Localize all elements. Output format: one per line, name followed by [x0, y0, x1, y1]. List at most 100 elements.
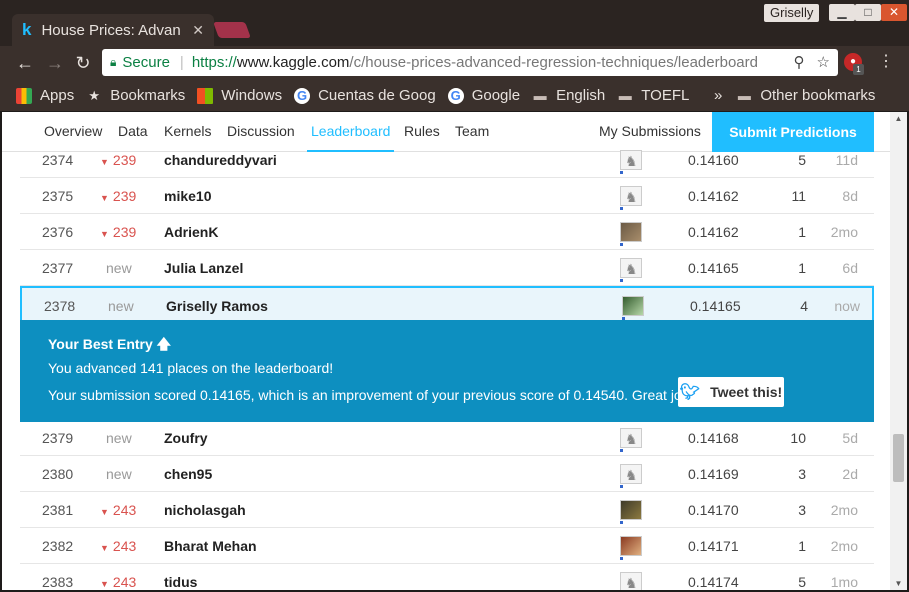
avatar[interactable]	[620, 536, 642, 560]
minimize-button[interactable]: ▁	[829, 4, 855, 21]
tier-dot	[620, 485, 623, 488]
scroll-down-icon[interactable]: ▼	[893, 579, 904, 588]
windows-logo-icon	[197, 87, 214, 104]
bookmarks-overflow-chevron-icon[interactable]: »	[714, 87, 722, 104]
tab-close-icon[interactable]: ✕	[192, 22, 204, 39]
table-row[interactable]: 2381 ▼ 243 nicholasgah 0.14170 3 2mo	[20, 492, 874, 528]
last-submission-cell: 2d	[842, 466, 858, 482]
table-row[interactable]: 2374 ▼ 239 chandureddyvari ♞ 0.14160 5 11d	[20, 142, 874, 178]
page-scrollbar[interactable]: ▲ ▼	[890, 112, 907, 590]
tweet-this-button[interactable]: 🐦︎ Tweet this!	[678, 377, 784, 407]
browser-menu-icon[interactable]: ⋮	[878, 52, 894, 72]
avatar[interactable]: ♞	[620, 186, 642, 210]
avatar[interactable]	[622, 296, 644, 320]
address-bar[interactable]: 🔒︎ Secure | https://www.kaggle.com/c/hou…	[102, 49, 838, 76]
rank-change-value: 239	[112, 188, 137, 204]
last-submission-cell: 2mo	[830, 224, 858, 240]
bookmark-english[interactable]: ▬ English	[532, 87, 606, 104]
team-name-link[interactable]: tidus	[164, 564, 197, 590]
rank-down-icon: ▼	[100, 229, 109, 239]
team-name-link[interactable]: AdrienK	[164, 214, 218, 250]
last-submission-cell: 5d	[842, 430, 858, 446]
bookmark-google[interactable]: G Google	[447, 87, 520, 104]
team-name-link[interactable]: nicholasgah	[164, 492, 246, 528]
table-row[interactable]: 2377 new Julia Lanzel ♞ 0.14165 1 6d	[20, 250, 874, 286]
bookmark-toefl[interactable]: ▬ TOEFL	[617, 87, 690, 104]
table-row[interactable]: 2376 ▼ 239 AdrienK 0.14162 1 2mo	[20, 214, 874, 250]
avatar[interactable]	[620, 222, 642, 246]
rank-change-value: 239	[112, 224, 137, 240]
team-name-link[interactable]: chen95	[164, 456, 212, 492]
new-tab-button[interactable]	[213, 22, 251, 38]
table-row[interactable]: 2380 new chen95 ♞ 0.14169 3 2d	[20, 456, 874, 492]
score-cell: 0.14162	[688, 224, 739, 240]
table-row[interactable]: 2375 ▼ 239 mike10 ♞ 0.14162 11 8d	[20, 178, 874, 214]
rank-down-icon: ▼	[100, 543, 109, 553]
rank-down-icon: ▼	[100, 157, 109, 167]
team-name-link[interactable]: Bharat Mehan	[164, 528, 257, 564]
profile-name[interactable]: Griselly	[764, 4, 820, 22]
bookmark-label: Bookmarks	[110, 87, 186, 104]
rank-change-cell: new	[106, 456, 166, 492]
bookmark-label: TOEFL	[641, 87, 690, 104]
avatar[interactable]: ♞	[620, 258, 642, 282]
table-row[interactable]: 2379 new Zoufry ♞ 0.14168 10 5d	[20, 420, 874, 456]
best-entry-banner: Your Best Entry 🡅︎ You advanced 141 plac…	[20, 320, 874, 422]
table-row[interactable]: 2383 ▼ 243 tidus ♞ 0.14174 5 1mo	[20, 564, 874, 590]
team-name-link[interactable]: Zoufry	[164, 420, 208, 456]
tier-dot	[620, 243, 623, 246]
rank-change-cell: ▼ 243	[100, 492, 160, 528]
rank-down-icon: ▼	[100, 193, 109, 203]
team-name-link[interactable]: chandureddyvari	[164, 142, 277, 178]
team-name-link[interactable]: Julia Lanzel	[164, 250, 243, 286]
forward-arrow-icon[interactable]: →	[44, 52, 66, 74]
rank-change-cell: ▼ 239	[100, 214, 160, 250]
team-name-link[interactable]: Griselly Ramos	[166, 288, 268, 324]
zoom-search-icon[interactable]: ⚲	[794, 53, 805, 71]
avatar[interactable]: ♞	[620, 572, 642, 590]
scrollbar-thumb[interactable]	[893, 434, 904, 482]
bookmark-star-icon[interactable]: ☆	[817, 53, 830, 71]
rank-change-cell: ▼ 243	[100, 564, 160, 590]
score-cell: 0.14162	[688, 188, 739, 204]
browser-tab[interactable]: k House Prices: Advan ✕	[12, 14, 214, 46]
entries-cell: 3	[798, 502, 806, 518]
entries-cell: 1	[798, 538, 806, 554]
other-bookmarks[interactable]: ▬ Other bookmarks	[736, 87, 876, 104]
bookmarks-bar: Apps ★ Bookmarks Windows G Cuentas de Goog…	[0, 80, 909, 111]
rank-down-icon: ▼	[100, 507, 109, 517]
scroll-up-icon[interactable]: ▲	[893, 114, 904, 123]
score-cell: 0.14165	[688, 260, 739, 276]
rank-change-value: new	[106, 260, 132, 276]
rank-cell: 2376	[42, 224, 74, 240]
avatar[interactable]: ♞	[620, 150, 642, 174]
rank-change-value: 243	[112, 502, 137, 518]
rank-cell: 2378	[44, 298, 76, 314]
table-row[interactable]: 2382 ▼ 243 Bharat Mehan 0.14171 1 2mo	[20, 528, 874, 564]
avatar[interactable]: ♞	[620, 428, 642, 452]
avatar[interactable]	[620, 500, 642, 524]
close-window-button[interactable]: ✕	[881, 4, 907, 21]
rank-change-value: new	[106, 430, 132, 446]
rank-change-value: new	[106, 466, 132, 482]
back-arrow-icon[interactable]: ←	[14, 52, 36, 74]
avatar[interactable]: ♞	[620, 464, 642, 488]
my-leaderboard-row[interactable]: 2378 new Griselly Ramos 0.14165 4 now	[20, 286, 874, 322]
bookmark-apps[interactable]: Apps	[16, 87, 74, 104]
bookmark-windows[interactable]: Windows	[197, 87, 282, 104]
folder-icon: ▬	[618, 87, 632, 103]
up-arrow-icon: 🡅︎	[156, 336, 172, 352]
default-avatar-icon: ♞	[625, 575, 638, 590]
apps-grid-icon	[16, 87, 32, 104]
tier-dot	[620, 449, 623, 452]
reload-icon[interactable]: ↻	[72, 52, 94, 74]
maximize-button[interactable]: □	[855, 4, 881, 21]
bookmark-bookmarks[interactable]: ★ Bookmarks	[86, 87, 185, 104]
tier-dot	[620, 279, 623, 282]
lock-icon: 🔒︎	[110, 55, 117, 69]
bookmark-label: English	[556, 87, 606, 104]
rank-change-cell: ▼ 239	[100, 178, 160, 214]
team-name-link[interactable]: mike10	[164, 178, 211, 214]
folder-icon: ▬	[533, 87, 547, 103]
bookmark-cuentas[interactable]: G Cuentas de Goog	[294, 87, 436, 104]
